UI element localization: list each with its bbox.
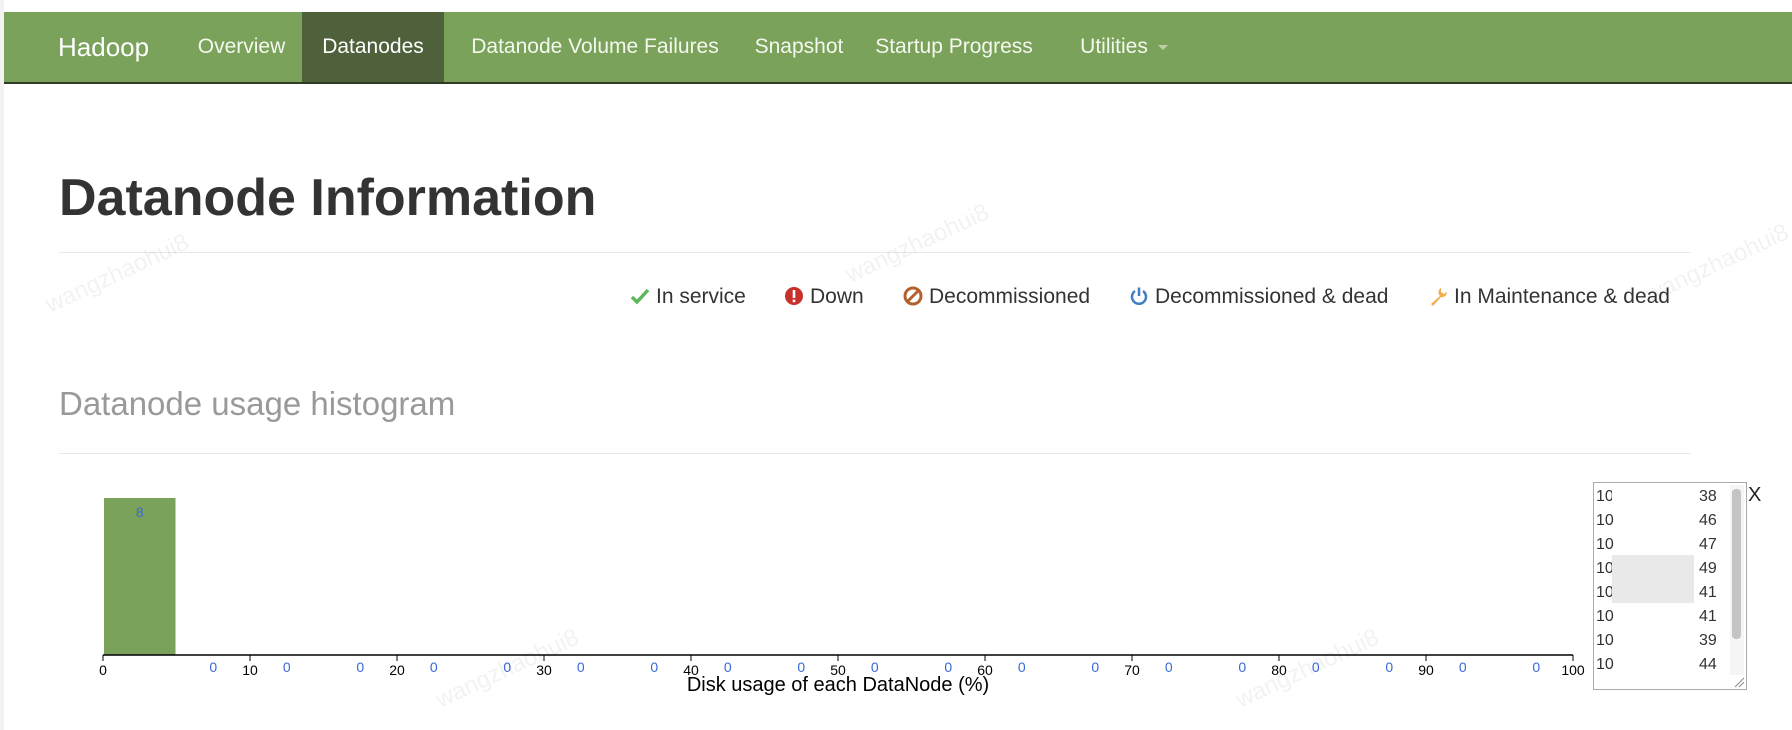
datanode-ip-prefix: 10 xyxy=(1596,608,1614,625)
legend-decommissioned: Decommissioned xyxy=(903,282,1090,312)
window-edge xyxy=(0,0,4,730)
datanode-ip-prefix: 10 xyxy=(1596,632,1614,649)
brand-logo[interactable]: Hadoop xyxy=(58,12,149,82)
bar-value-label: 0 xyxy=(1018,659,1026,675)
legend-in-service: In service xyxy=(630,282,746,312)
bar-value-label: 0 xyxy=(871,659,879,675)
usage-histogram: 80 0 0 0 0 0 0 0 0 0 0 0 0 0 0 0 0 0 00 10 20 30 40 50 60 70 80 90 1… xyxy=(99,498,1585,696)
redaction xyxy=(1612,555,1694,603)
bar-value-label: 0 xyxy=(1532,659,1540,675)
bar-value-label: 0 xyxy=(1385,659,1393,675)
datanode-list-item[interactable]: 10 39 xyxy=(1594,629,1724,653)
legend-label: Decommissioned & dead xyxy=(1155,285,1389,308)
watermark-text: wangzhaohui8 xyxy=(841,198,994,289)
bar-value-label: 0 xyxy=(356,659,364,675)
x-tick-label: 10 xyxy=(242,662,258,678)
datanode-list-item[interactable]: 10 44 xyxy=(1594,653,1724,677)
resize-grip-icon[interactable] xyxy=(1733,676,1745,688)
bar-value-label: 0 xyxy=(1165,659,1173,675)
legend-label: Down xyxy=(810,285,864,308)
bar-value-label: 0 xyxy=(430,659,438,675)
checkmark-icon xyxy=(630,288,650,305)
bar-value-label: 8 xyxy=(136,504,144,520)
nav-startup-progress[interactable]: Startup Progress xyxy=(864,12,1044,82)
datanode-list-item[interactable]: 10 47 xyxy=(1594,533,1724,557)
bar-value-label: 0 xyxy=(944,659,952,675)
bar-value-label: 0 xyxy=(283,659,291,675)
bar-value-label: 0 xyxy=(577,659,585,675)
datanode-ip-suffix: 38 xyxy=(1699,488,1717,505)
watermark-text: wangzhaohui8 xyxy=(41,228,194,319)
legend-decommissioned-dead: Decommissioned & dead xyxy=(1129,282,1388,312)
nav-utilities-dropdown[interactable]: Utilities xyxy=(1064,12,1184,82)
bar-value-label: 0 xyxy=(724,659,732,675)
ban-icon xyxy=(903,286,923,306)
datanode-ip-suffix: 49 xyxy=(1699,560,1717,577)
watermark-text: wangzhaohui8 xyxy=(1641,218,1792,309)
chevron-down-icon xyxy=(1157,44,1168,50)
x-tick-label: 100 xyxy=(1561,662,1585,678)
datanode-ip-suffix: 46 xyxy=(1699,512,1717,529)
nav-overview[interactable]: Overview xyxy=(184,12,299,82)
datanode-ip-suffix: 39 xyxy=(1699,632,1717,649)
exclamation-circle-icon xyxy=(785,287,803,305)
x-tick-label: 0 xyxy=(99,662,107,678)
page-title: Datanode Information xyxy=(59,169,597,227)
nav-datanode-volume-failures[interactable]: Datanode Volume Failures xyxy=(450,12,740,82)
bar-value-label: 0 xyxy=(797,659,805,675)
histogram-title: Datanode usage histogram xyxy=(59,385,456,422)
bar-value-label: 0 xyxy=(1091,659,1099,675)
datanode-ip-suffix: 41 xyxy=(1699,608,1717,625)
datanode-list[interactable]: 10 38 10 46 10 47 10 49 10 41 10 41 10 39 10 44 xyxy=(1593,482,1747,690)
bar-value-label: 0 xyxy=(1459,659,1467,675)
datanode-ip-prefix: 10 xyxy=(1596,536,1614,553)
datanode-ip-prefix: 10 xyxy=(1596,512,1614,529)
datanode-ip-suffix: 41 xyxy=(1699,584,1717,601)
legend-label: In Maintenance & dead xyxy=(1454,285,1670,308)
legend-label: Decommissioned xyxy=(929,285,1091,308)
nav-utilities-label: Utilities xyxy=(1080,35,1148,58)
x-tick-label: 90 xyxy=(1418,662,1434,678)
datanode-ip-prefix: 10 xyxy=(1596,656,1614,673)
x-axis-label: Disk usage of each DataNode (%) xyxy=(687,674,989,696)
datanode-list-item[interactable]: 10 46 xyxy=(1594,509,1724,533)
histogram-bar xyxy=(104,498,176,655)
redaction xyxy=(1612,483,1694,507)
nav-snapshot[interactable]: Snapshot xyxy=(742,12,856,82)
datanode-ip-suffix: 47 xyxy=(1699,536,1717,553)
top-navbar: Hadoop Overview Datanodes Datanode Volum… xyxy=(4,12,1792,84)
divider xyxy=(59,453,1691,454)
bar-value-label: 0 xyxy=(209,659,217,675)
wrench-icon xyxy=(1431,288,1448,306)
close-button[interactable]: X xyxy=(1748,483,1761,507)
legend-label: In service xyxy=(656,285,746,308)
scrollbar-thumb[interactable] xyxy=(1732,489,1741,639)
datanode-ip-suffix: 44 xyxy=(1699,656,1717,673)
x-tick-label: 70 xyxy=(1124,662,1140,678)
datanode-list-item[interactable]: 10 41 xyxy=(1594,605,1724,629)
power-icon xyxy=(1130,287,1148,305)
x-tick-label: 20 xyxy=(389,662,405,678)
legend-maintenance-dead: In Maintenance & dead xyxy=(1428,282,1670,312)
bar-value-label: 0 xyxy=(650,659,658,675)
bar-value-label: 0 xyxy=(1238,659,1246,675)
nav-datanodes[interactable]: Datanodes xyxy=(302,12,444,82)
